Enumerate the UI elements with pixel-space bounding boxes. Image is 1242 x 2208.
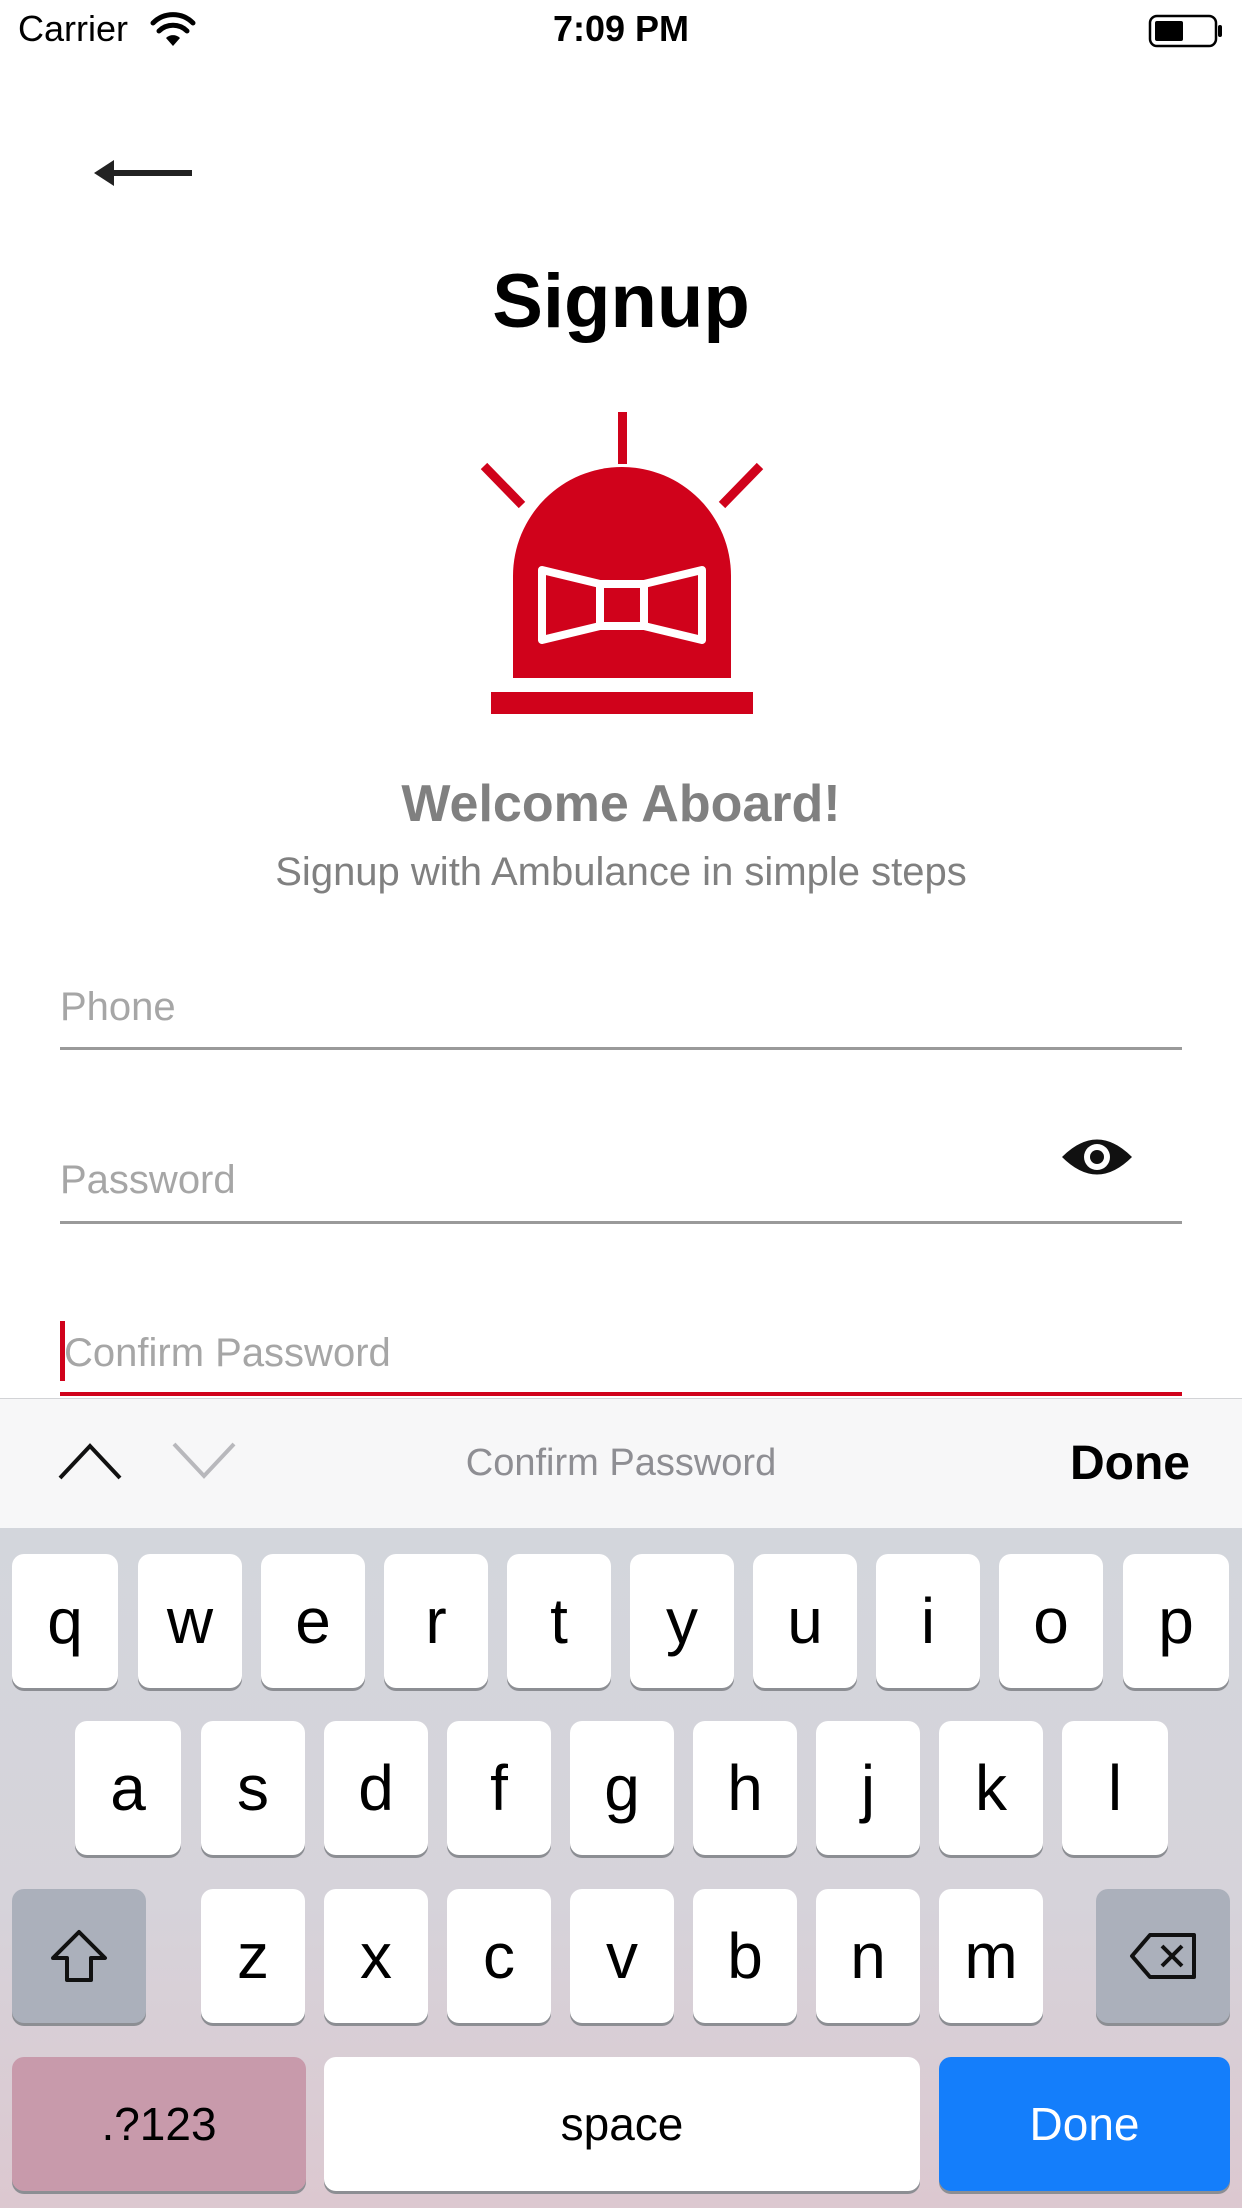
key-q[interactable]: q xyxy=(12,1554,118,1688)
backspace-key[interactable] xyxy=(1096,1889,1230,2023)
key-y[interactable]: y xyxy=(630,1554,734,1688)
key-h[interactable]: h xyxy=(693,1721,797,1855)
battery-icon xyxy=(1148,14,1222,48)
key-p[interactable]: p xyxy=(1123,1554,1229,1688)
phone-underline xyxy=(60,1047,1182,1050)
welcome-heading: Welcome Aboard! xyxy=(401,775,841,833)
welcome-subtitle: Signup with Ambulance in simple steps xyxy=(275,850,967,894)
key-d[interactable]: d xyxy=(324,1721,428,1855)
keyboard-done-key[interactable]: Done xyxy=(939,2057,1230,2191)
key-w[interactable]: w xyxy=(138,1554,242,1688)
confirm-password-input[interactable] xyxy=(64,1318,1064,1388)
numbers-key[interactable]: .?123 xyxy=(12,2057,306,2191)
key-n[interactable]: n xyxy=(816,1889,920,2023)
shift-icon xyxy=(51,1930,107,1982)
key-z[interactable]: z xyxy=(201,1889,305,2023)
status-time: 7:09 PM xyxy=(552,8,690,49)
back-arrow-icon[interactable] xyxy=(90,148,198,198)
key-c[interactable]: c xyxy=(447,1889,551,2023)
key-j[interactable]: j xyxy=(816,1721,920,1855)
key-r[interactable]: r xyxy=(384,1554,488,1688)
confirm-password-underline xyxy=(60,1392,1182,1396)
key-t[interactable]: t xyxy=(507,1554,611,1688)
status-bar: Carrier 7:09 PM xyxy=(0,0,1242,62)
key-f[interactable]: f xyxy=(447,1721,551,1855)
key-e[interactable]: e xyxy=(261,1554,365,1688)
shift-key[interactable] xyxy=(12,1889,146,2023)
backspace-icon xyxy=(1130,1933,1196,1979)
confirm-password-field xyxy=(60,1318,1182,1398)
phone-input[interactable] xyxy=(60,972,1060,1042)
phone-field xyxy=(60,972,1182,1052)
key-o[interactable]: o xyxy=(999,1554,1103,1688)
key-x[interactable]: x xyxy=(324,1889,428,2023)
key-k[interactable]: k xyxy=(939,1721,1043,1855)
key-v[interactable]: v xyxy=(570,1889,674,2023)
key-a[interactable]: a xyxy=(75,1721,181,1855)
password-field xyxy=(60,1145,1182,1225)
accessory-done-button[interactable]: Done xyxy=(1040,1436,1190,1491)
key-g[interactable]: g xyxy=(570,1721,674,1855)
password-input[interactable] xyxy=(60,1145,1040,1215)
space-key[interactable]: space xyxy=(324,2057,920,2191)
key-u[interactable]: u xyxy=(753,1554,857,1688)
ambulance-siren-logo xyxy=(480,412,764,714)
key-i[interactable]: i xyxy=(876,1554,980,1688)
key-b[interactable]: b xyxy=(693,1889,797,2023)
key-s[interactable]: s xyxy=(201,1721,305,1855)
page-title: Signup xyxy=(492,259,750,344)
password-underline xyxy=(60,1221,1182,1224)
key-l[interactable]: l xyxy=(1062,1721,1168,1855)
eye-icon[interactable] xyxy=(1060,1130,1134,1184)
key-m[interactable]: m xyxy=(939,1889,1043,2023)
